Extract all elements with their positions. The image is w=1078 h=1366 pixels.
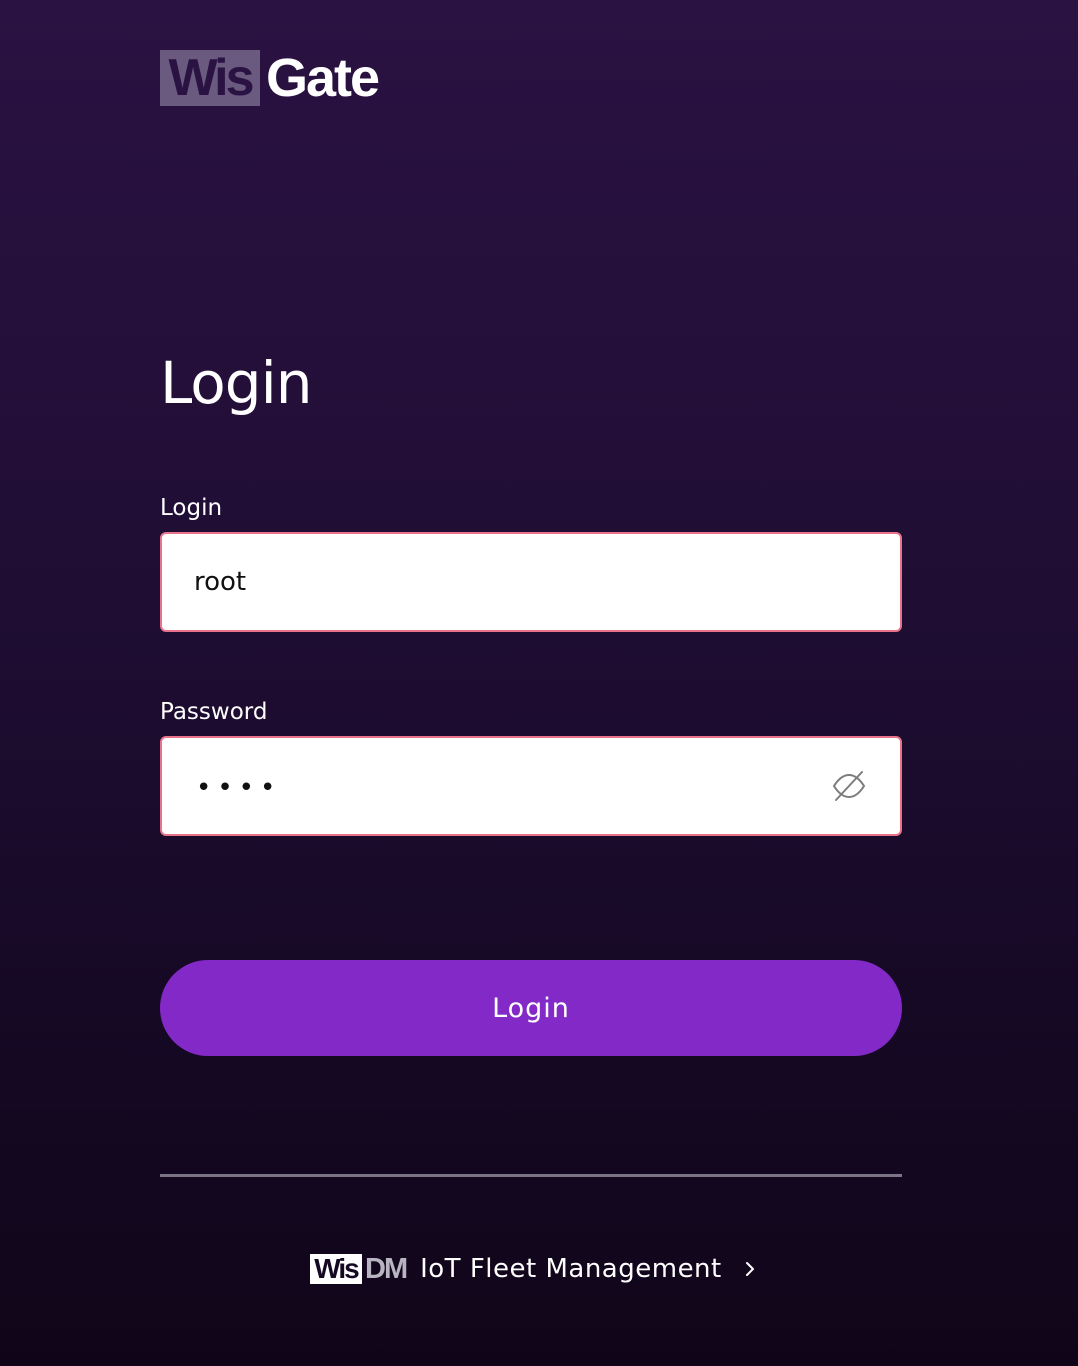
page-title: Login	[160, 349, 312, 417]
password-field[interactable]: ••••	[160, 736, 902, 836]
login-field-label: Login	[160, 495, 223, 521]
wisgate-logo: Wis Gate	[160, 48, 380, 108]
password-input[interactable]: ••••	[196, 738, 281, 834]
wisdm-link-text: IoT Fleet Management	[420, 1254, 722, 1284]
chevron-right-icon	[745, 1262, 754, 1276]
eye-off-icon[interactable]	[832, 770, 866, 802]
wisdm-logo-dm-part: DM	[365, 1253, 408, 1285]
wisdm-fleet-management-link[interactable]: Wis DM IoT Fleet Management	[310, 1250, 756, 1288]
wisdm-logo-wis-part: Wis	[310, 1254, 362, 1284]
login-field[interactable]	[160, 532, 902, 632]
logo-gate-part: Gate	[266, 48, 380, 108]
logo-wis-part: Wis	[160, 50, 260, 106]
login-input[interactable]	[194, 534, 794, 630]
password-field-label: Password	[160, 699, 268, 725]
login-button[interactable]: Login	[160, 960, 902, 1056]
divider	[160, 1174, 902, 1177]
